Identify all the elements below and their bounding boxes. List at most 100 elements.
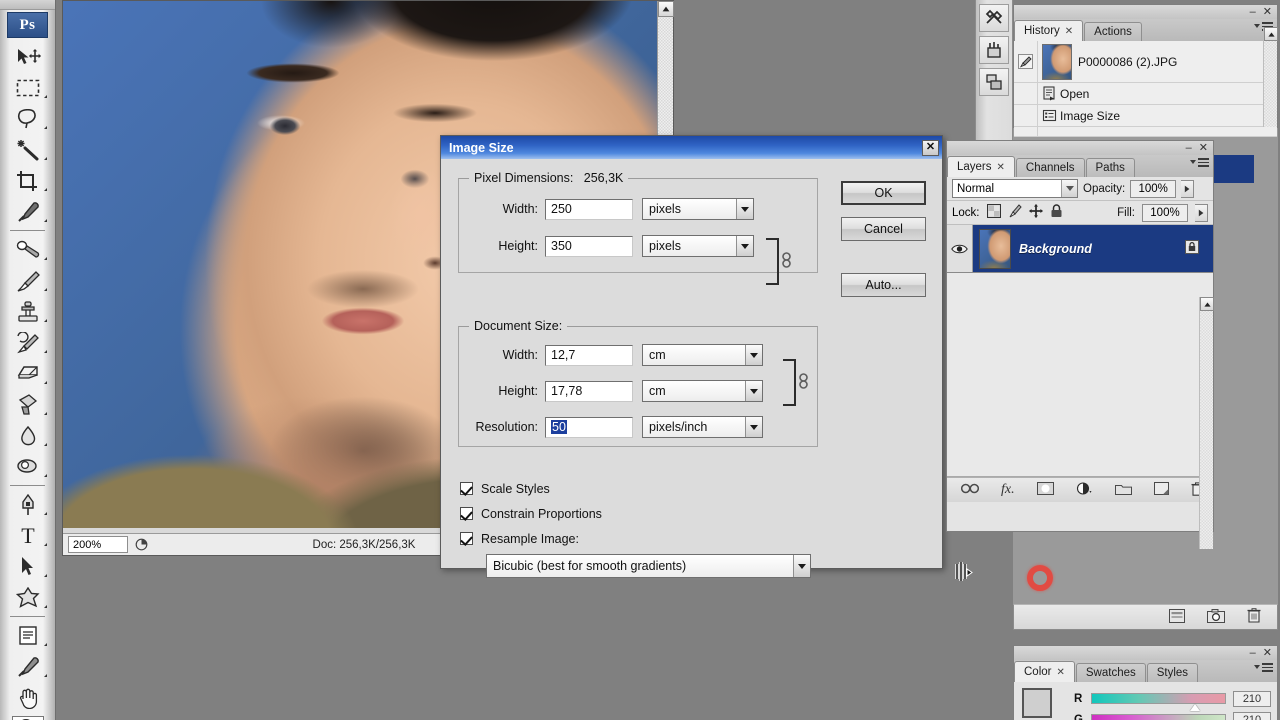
close-icon[interactable]: ✕ [1056,667,1064,678]
color-panel-titlebar[interactable]: – ✕ [1014,646,1277,660]
blur-tool[interactable] [0,420,56,451]
tool-presets-icon[interactable] [979,4,1009,32]
link-layers-icon[interactable] [960,483,980,497]
move-tool[interactable] [0,41,56,72]
minimize-icon[interactable]: – [1186,143,1192,154]
layers-panel-menu-button[interactable] [1190,158,1209,167]
constrain-proportions-row[interactable]: Constrain Proportions [460,501,602,526]
lock-transparent-pixels-icon[interactable] [986,203,1001,221]
chevron-down-icon[interactable] [745,417,762,437]
close-icon[interactable]: ✕ [1263,648,1272,659]
custom-shape-tool[interactable] [0,582,56,613]
pixel-width-unit-select[interactable]: pixels [642,198,754,220]
color-panel-swatches[interactable] [1022,688,1066,720]
opacity-stepper-arrow[interactable] [1181,179,1195,198]
tab-channels[interactable]: Channels [1015,158,1085,177]
marquee-tool[interactable] [0,72,56,103]
history-brush-source-toggle[interactable] [1014,127,1038,136]
history-state-image-size[interactable]: Image Size [1014,105,1277,127]
chevron-down-icon[interactable] [736,199,753,219]
history-brush-tool[interactable] [0,327,56,358]
color-sampler-tool[interactable] [0,651,56,682]
history-snapshot-row[interactable]: P0000086 (2).JPG [1014,41,1277,83]
lasso-tool[interactable] [0,103,56,134]
channel-r-thumb[interactable] [1190,704,1201,711]
layer-thumbnail[interactable] [979,228,1011,269]
scroll-up-button[interactable] [1200,297,1214,311]
brushes-icon[interactable] [979,36,1009,64]
ok-button[interactable]: OK [841,181,926,205]
close-icon[interactable]: ✕ [922,139,939,156]
add-layer-mask-icon[interactable] [1036,482,1054,498]
chevron-down-icon[interactable] [736,236,753,256]
new-adjustment-layer-icon[interactable] [1076,482,1093,498]
document-height-unit-select[interactable]: cm [642,380,763,402]
status-preview-icon[interactable] [131,536,151,554]
document-height-input[interactable]: 17,78 [545,380,633,402]
crop-tool[interactable] [0,165,56,196]
hand-tool[interactable] [0,682,56,713]
color-slider-r[interactable]: R 210 [1074,688,1271,711]
tab-paths[interactable]: Paths [1085,158,1135,177]
zoom-tool[interactable] [0,713,56,720]
close-icon[interactable]: ✕ [1065,26,1073,37]
zoom-level-field[interactable]: 200% [68,536,128,553]
resample-image-checkbox[interactable] [460,532,473,545]
notes-tool[interactable] [0,620,56,651]
chevron-down-icon[interactable] [745,345,762,365]
lock-position-icon[interactable] [1028,204,1043,221]
chevron-down-icon[interactable] [1061,180,1077,197]
pixel-width-input[interactable]: 250 [545,198,633,220]
history-state-partial[interactable] [1014,127,1277,137]
channel-g-track[interactable] [1091,714,1226,720]
tab-color[interactable]: Color ✕ [1014,661,1075,682]
auto-button[interactable]: Auto... [841,273,926,297]
tab-swatches[interactable]: Swatches [1075,663,1146,682]
resolution-input[interactable]: 50 [545,416,633,438]
document-width-unit-select[interactable]: cm [642,344,763,366]
clone-source-icon[interactable] [979,68,1009,96]
close-icon[interactable]: ✕ [1199,143,1208,154]
tab-actions[interactable]: Actions [1084,22,1142,41]
pixel-height-unit-select[interactable]: pixels [642,235,754,257]
layers-vertical-scrollbar[interactable] [1199,297,1214,549]
constrain-proportions-checkbox[interactable] [460,507,473,520]
history-panel-titlebar[interactable]: – ✕ [1014,5,1277,19]
new-group-icon[interactable] [1114,483,1132,498]
cancel-button[interactable]: Cancel [841,217,926,241]
lock-image-pixels-icon[interactable] [1008,204,1022,221]
history-vertical-scrollbar[interactable] [1263,27,1278,127]
chevron-down-icon[interactable] [745,381,762,401]
tab-history[interactable]: History ✕ [1014,20,1084,41]
channel-r-track[interactable] [1091,693,1226,711]
history-brush-source-toggle[interactable] [1014,105,1038,126]
history-brush-source-toggle[interactable] [1014,83,1038,104]
resolution-unit-select[interactable]: pixels/inch [642,416,763,438]
layer-style-fx-icon[interactable]: fx. [1001,482,1015,498]
gradient-tool[interactable] [0,389,56,420]
new-layer-icon[interactable] [1153,482,1169,498]
lock-all-icon[interactable] [1050,204,1063,221]
color-panel-menu-button[interactable] [1254,663,1273,672]
layers-panel-titlebar[interactable]: – ✕ [947,141,1213,155]
history-brush-source-toggle[interactable] [1014,41,1038,82]
chevron-down-icon[interactable] [793,555,810,577]
color-slider-g[interactable]: G 210 [1074,709,1271,720]
toolbar-drag-handle[interactable] [0,0,55,10]
eraser-tool[interactable] [0,358,56,389]
healing-brush-tool[interactable] [0,234,56,265]
document-width-input[interactable]: 12,7 [545,344,633,366]
fill-value[interactable]: 100% [1142,203,1188,222]
dodge-tool[interactable] [0,451,56,482]
resample-method-select[interactable]: Bicubic (best for smooth gradients) [486,554,811,578]
scale-styles-checkbox[interactable] [460,482,473,495]
blend-mode-select[interactable]: Normal [952,179,1078,198]
pixel-height-input[interactable]: 350 [545,235,633,257]
dialog-title-bar[interactable]: Image Size ✕ [441,136,942,159]
brush-tool[interactable] [0,265,56,296]
tab-layers[interactable]: Layers ✕ [947,156,1015,177]
scroll-up-button[interactable] [658,1,674,17]
pen-tool[interactable] [0,489,56,520]
minimize-icon[interactable]: – [1250,7,1256,18]
new-document-from-state-icon[interactable] [1169,608,1185,626]
